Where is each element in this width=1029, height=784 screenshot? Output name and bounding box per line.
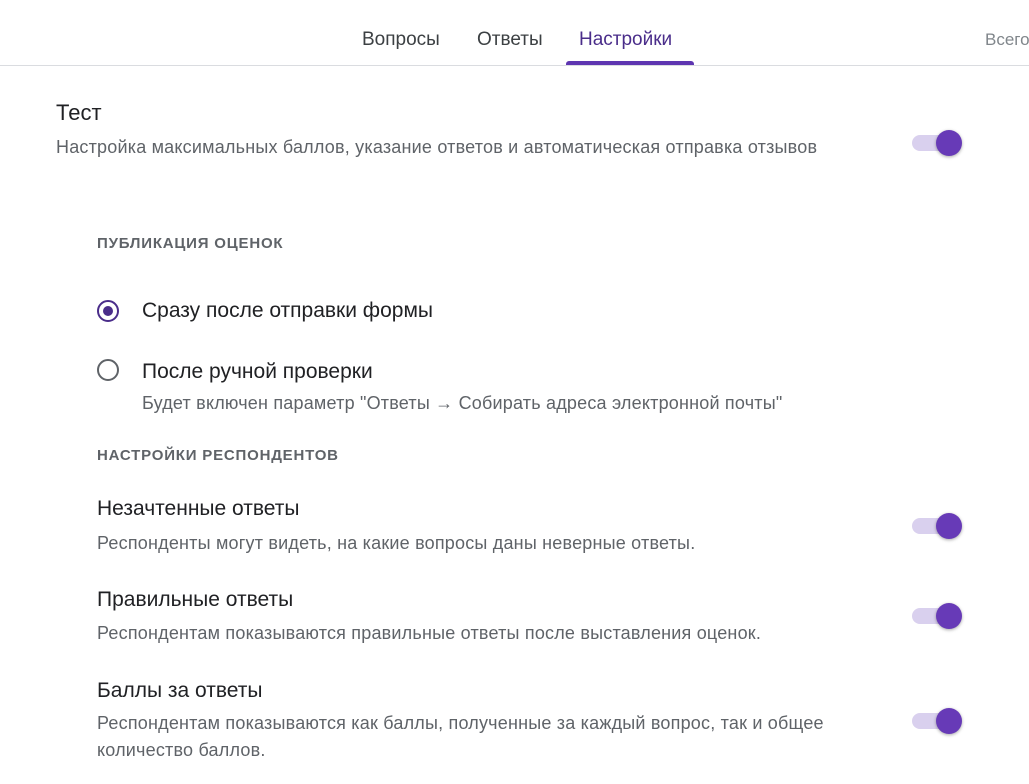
quiz-toggle[interactable] (912, 128, 964, 156)
tab-responses[interactable]: Ответы (477, 28, 543, 52)
tab-settings[interactable]: Настройки (579, 28, 672, 52)
tab-bar: Вопросы Ответы Настройки Всего (0, 0, 1029, 66)
radio-manual-review-label[interactable]: После ручной проверки (142, 360, 373, 384)
active-tab-indicator (566, 61, 694, 65)
point-values-description: Респондентам показываются как баллы, пол… (97, 713, 824, 760)
toggle-thumb (936, 513, 962, 539)
tab-questions[interactable]: Вопросы (362, 28, 440, 52)
settings-page: Вопросы Ответы Настройки Всего Тест Наст… (0, 0, 1029, 784)
toggle-thumb (936, 130, 962, 156)
toggle-thumb (936, 603, 962, 629)
total-points-label: Всего (985, 30, 1029, 49)
toggle-thumb (936, 708, 962, 734)
correct-answers-description: Респондентам показываются правильные отв… (97, 623, 762, 643)
correct-answers-title: Правильные ответы (97, 588, 294, 611)
quiz-title: Тест (56, 100, 102, 125)
point-values-toggle[interactable] (912, 706, 964, 734)
radio-manual-review[interactable] (97, 359, 119, 381)
release-grade-header: ПУБЛИКАЦИЯ ОЦЕНОК (97, 235, 284, 252)
quiz-description: Настройка максимальных баллов, указание … (56, 137, 818, 157)
radio-immediately-label[interactable]: Сразу после отправки формы (142, 299, 433, 323)
radio-immediately[interactable] (97, 300, 119, 322)
missed-questions-toggle[interactable] (912, 511, 964, 539)
correct-answers-toggle[interactable] (912, 601, 964, 629)
missed-questions-title: Незачтенные ответы (97, 497, 300, 520)
radio-manual-review-hint: Будет включен параметр "Ответы → Собират… (142, 393, 783, 413)
point-values-title: Баллы за ответы (97, 679, 263, 702)
missed-questions-description: Респонденты могут видеть, на какие вопро… (97, 533, 696, 553)
respondent-settings-header: НАСТРОЙКИ РЕСПОНДЕНТОВ (97, 447, 339, 464)
